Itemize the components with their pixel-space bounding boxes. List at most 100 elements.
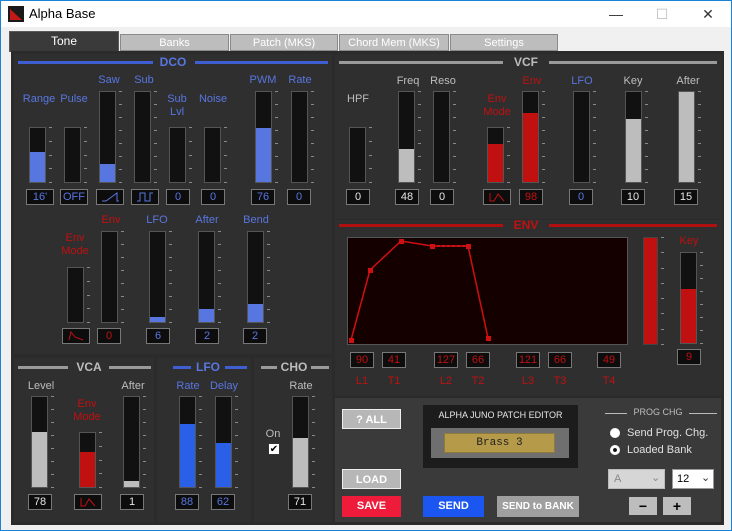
send-button[interactable]: SEND: [423, 496, 484, 517]
dco-sub-lvl-value: 0: [166, 189, 190, 205]
env-t3-value: 66: [548, 352, 572, 368]
tab-chord-mem-mks[interactable]: Chord Mem (MKS): [339, 34, 449, 51]
send-prog-chg-radio[interactable]: [610, 428, 620, 438]
vca-env-mode-slider[interactable]: [79, 432, 96, 488]
dco-env-slider[interactable]: [101, 231, 118, 323]
tab-banks[interactable]: Banks: [120, 34, 229, 51]
slider-ticks: [418, 91, 422, 183]
dco-title: DCO: [159, 55, 187, 69]
dco-pwm-value: 76: [251, 189, 275, 205]
vcf-env-slider[interactable]: [522, 91, 539, 183]
lfo-rate-slider[interactable]: [179, 396, 196, 488]
bank-plus-button[interactable]: +: [663, 497, 691, 515]
vcf-key-value: 10: [621, 189, 645, 205]
vcf-env-mode-slider[interactable]: [487, 127, 504, 183]
vcf-freq-slider[interactable]: [398, 91, 415, 183]
load-button[interactable]: LOAD: [342, 469, 401, 489]
dco-saw-slider[interactable]: [99, 91, 116, 183]
dco-pwm-slider[interactable]: [255, 91, 272, 183]
env-l1-label: L1: [355, 375, 369, 387]
env-point-l2[interactable]: [399, 239, 404, 244]
slider-ticks: [199, 396, 203, 488]
dco-range-slider[interactable]: [29, 127, 46, 183]
dco-bend-label: Bend: [243, 214, 269, 226]
dco-bend-value: 2: [243, 328, 267, 344]
save-button[interactable]: SAVE: [342, 496, 401, 517]
patch-name-display[interactable]: Brass 3: [444, 433, 555, 453]
all-button[interactable]: ? ALL: [342, 409, 401, 429]
saw-wave-icon: [102, 192, 119, 202]
vcf-lfo-slider[interactable]: [573, 91, 590, 183]
env-point-l3[interactable]: [430, 244, 435, 249]
bank-number-select[interactable]: 12 ⌄: [672, 469, 714, 489]
env-key-label: Key: [679, 235, 699, 247]
slider-ticks: [542, 91, 546, 183]
env-point-l1[interactable]: [368, 268, 373, 273]
env-t4-value: 49: [597, 352, 621, 368]
dco-rate-slider[interactable]: [291, 91, 308, 183]
env-t2-label: T2: [471, 375, 485, 387]
env-key-slider[interactable]: [680, 252, 697, 344]
vca-level-slider[interactable]: [31, 396, 48, 488]
send-to-bank-button[interactable]: SEND to BANK: [497, 496, 579, 517]
tone-editor: DCO Range Pulse Saw Sub Sub Lvl Noise PW…: [11, 51, 724, 525]
dco-rule-left: [18, 61, 153, 64]
tab-settings[interactable]: Settings: [450, 34, 558, 51]
vcf-after-value: 15: [674, 189, 698, 205]
env-l3-value: 121: [516, 352, 540, 368]
env-point-end[interactable]: [486, 336, 491, 341]
vcf-hpf-label: HPF: [347, 93, 369, 105]
dco-pulse-slider[interactable]: [64, 127, 81, 183]
dco-sub-slider[interactable]: [134, 91, 151, 183]
lfo-delay-label: Delay: [209, 380, 239, 392]
bank-letter-select[interactable]: A ⌄: [608, 469, 665, 489]
dco-sub-lvl-label-2: Lvl: [169, 106, 185, 118]
slider-fill: [30, 152, 45, 182]
dco-bend-slider[interactable]: [247, 231, 264, 323]
vca-env-mode-label-1: Env: [77, 398, 97, 410]
vcf-after-slider[interactable]: [678, 91, 695, 183]
envelope-curve: [349, 239, 491, 343]
cho-rate-slider[interactable]: [292, 396, 309, 488]
slider-fill: [644, 238, 657, 344]
slider-ticks: [661, 237, 665, 345]
cho-on-checkbox[interactable]: ✔: [268, 443, 280, 455]
vca-rule-left: [18, 366, 68, 369]
dco-env-mode-label-1: Env: [65, 232, 85, 244]
lfo-delay-slider[interactable]: [215, 396, 232, 488]
slider-ticks: [698, 91, 702, 183]
envelope-graph[interactable]: [347, 237, 628, 345]
env-level-slider[interactable]: [643, 237, 658, 345]
vcf-hpf-slider[interactable]: [349, 127, 366, 183]
dco-env-mode-slider[interactable]: [67, 267, 84, 323]
bank-minus-button[interactable]: −: [629, 497, 657, 515]
chevron-down-icon: ⌄: [651, 472, 661, 484]
cho-rate-value: 71: [288, 494, 312, 510]
slider-ticks: [143, 396, 147, 488]
tab-patch-mks[interactable]: Patch (MKS): [230, 34, 338, 51]
loaded-bank-radio[interactable]: [610, 445, 620, 455]
loaded-bank-label: Loaded Bank: [627, 444, 692, 456]
slider-fill: [150, 316, 165, 322]
env-point-start[interactable]: [349, 338, 354, 343]
dco-range-label: Range: [22, 93, 56, 105]
slider-ticks: [51, 396, 55, 488]
lfo-title: LFO: [196, 360, 220, 374]
vcf-reso-slider[interactable]: [433, 91, 450, 183]
dco-after-slider[interactable]: [198, 231, 215, 323]
dco-range-value: 16': [26, 189, 54, 205]
vcf-env-value: 98: [519, 189, 543, 205]
close-button[interactable]: ✕: [685, 1, 731, 27]
slider-ticks: [453, 91, 457, 183]
env-point-sustain[interactable]: [466, 244, 471, 249]
minimize-button[interactable]: —: [593, 1, 639, 27]
maximize-button[interactable]: ☐: [639, 1, 685, 27]
dco-sub-lvl-slider[interactable]: [169, 127, 186, 183]
tab-tone[interactable]: Tone: [9, 31, 119, 52]
slider-fill: [293, 437, 308, 487]
dco-lfo-slider[interactable]: [149, 231, 166, 323]
vcf-key-slider[interactable]: [625, 91, 642, 183]
dco-noise-slider[interactable]: [204, 127, 221, 183]
vca-after-slider[interactable]: [123, 396, 140, 488]
vcf-freq-value: 48: [395, 189, 419, 205]
